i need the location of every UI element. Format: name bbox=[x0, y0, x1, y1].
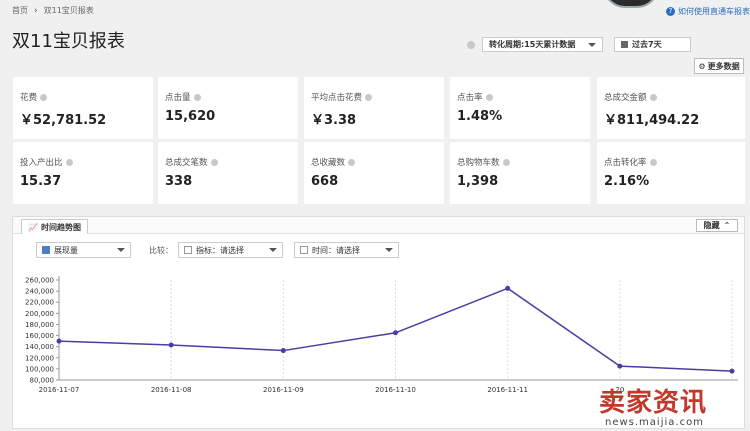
more-data-button[interactable]: ⚙ 更多数据 bbox=[694, 58, 744, 74]
y-tick-label: 240,000 bbox=[25, 288, 54, 296]
breadcrumb-home[interactable]: 首页 bbox=[12, 5, 28, 16]
y-tick-label: 220,000 bbox=[25, 299, 54, 307]
metric-value: 1,398 bbox=[457, 174, 499, 189]
breadcrumb-current: 双11宝贝报表 bbox=[43, 6, 94, 15]
y-tick-label: 100,000 bbox=[25, 365, 54, 373]
metric-value: ￥3.38 bbox=[311, 113, 357, 128]
info-icon[interactable] bbox=[649, 159, 657, 166]
question-icon: ? bbox=[666, 7, 675, 16]
help-link[interactable]: ? 如何使用直通车报表 bbox=[666, 6, 750, 17]
info-icon[interactable] bbox=[649, 94, 657, 101]
metric-card: 总成交金额 ￥811,494.22 bbox=[597, 77, 745, 139]
x-tick-label: 2016-11-11 bbox=[487, 386, 528, 394]
help-bubble[interactable] bbox=[603, 0, 659, 8]
metric-card: 总成交笔数 338 bbox=[158, 142, 298, 204]
watermark-sub: news.maijia.com bbox=[605, 417, 704, 428]
data-point bbox=[393, 330, 398, 336]
watermark-main: 卖家资讯 bbox=[599, 388, 708, 418]
help-link-label: 如何使用直通车报表 bbox=[678, 7, 750, 16]
info-icon[interactable] bbox=[65, 159, 73, 166]
metric-label: 点击转化率 bbox=[604, 158, 647, 168]
metric-card: 总购物车数 1,398 bbox=[450, 142, 590, 204]
page-title: 双11宝贝报表 bbox=[12, 31, 125, 52]
x-tick-label: 2016-11-09 bbox=[263, 386, 304, 394]
metric-value: 2.16% bbox=[604, 174, 650, 189]
metric-card: 平均点击花费 ￥3.38 bbox=[304, 77, 444, 139]
data-point bbox=[617, 363, 623, 369]
metric-label: 平均点击花费 bbox=[311, 93, 363, 103]
metric-value: ￥811,494.22 bbox=[604, 113, 700, 128]
y-tick-label: 80,000 bbox=[30, 377, 55, 385]
data-point bbox=[729, 368, 735, 374]
more-data-label: 更多数据 bbox=[707, 61, 740, 71]
metric-label: 总成交笔数 bbox=[165, 158, 208, 168]
info-icon[interactable] bbox=[502, 159, 510, 166]
metric-card: 花费 ￥52,781.52 bbox=[13, 77, 153, 139]
y-tick-label: 200,000 bbox=[25, 310, 54, 318]
date-range-value: 过去7天 bbox=[632, 40, 662, 49]
info-icon[interactable] bbox=[210, 159, 218, 166]
conversion-period-select[interactable]: 转化周期:15天累计数据 bbox=[482, 37, 603, 52]
x-tick-label: 2016-11-10 bbox=[375, 386, 416, 394]
data-point bbox=[56, 338, 62, 344]
metric-label: 花费 bbox=[20, 93, 38, 103]
metric-label: 点击率 bbox=[457, 93, 483, 103]
info-icon[interactable] bbox=[40, 94, 48, 101]
metric-card: 总收藏数 668 bbox=[304, 142, 444, 204]
metric-card: 点击量 15,620 bbox=[158, 77, 298, 139]
y-tick-label: 180,000 bbox=[25, 321, 54, 329]
chevron-down-icon bbox=[588, 42, 596, 47]
metric-label: 总购物车数 bbox=[457, 158, 500, 168]
y-tick-label: 260,000 bbox=[25, 277, 54, 285]
info-icon[interactable] bbox=[467, 41, 475, 49]
metric-value: 15.37 bbox=[20, 174, 62, 189]
metric-label: 投入产出比 bbox=[20, 158, 63, 168]
info-icon[interactable] bbox=[485, 94, 493, 101]
y-tick-label: 120,000 bbox=[25, 354, 54, 362]
metric-card: 点击率 1.48% bbox=[450, 77, 590, 139]
watermark: 卖家资讯 news.maijia.com bbox=[599, 380, 749, 430]
chevron-right-icon: › bbox=[34, 5, 38, 16]
metric-value: 668 bbox=[311, 174, 339, 189]
conversion-period-value: 转化周期:15天累计数据 bbox=[489, 40, 576, 49]
info-icon[interactable] bbox=[348, 159, 356, 166]
metric-value: ￥52,781.52 bbox=[20, 113, 107, 128]
info-icon[interactable] bbox=[193, 94, 201, 101]
metric-label: 总收藏数 bbox=[311, 158, 346, 168]
data-point bbox=[505, 285, 511, 291]
y-tick-label: 160,000 bbox=[25, 332, 54, 340]
metric-value: 1.48% bbox=[457, 109, 503, 124]
metric-card: 投入产出比 15.37 bbox=[13, 142, 153, 204]
data-point bbox=[280, 348, 286, 354]
calendar-icon bbox=[621, 41, 628, 48]
metric-value: 338 bbox=[165, 174, 193, 189]
y-tick-label: 140,000 bbox=[25, 343, 54, 351]
x-tick-label: 2016-11-07 bbox=[39, 386, 80, 394]
metric-label: 点击量 bbox=[165, 93, 191, 103]
data-point bbox=[168, 342, 174, 348]
x-tick-label: 2016-11-08 bbox=[151, 386, 192, 394]
date-range-select[interactable]: 过去7天 bbox=[614, 37, 691, 52]
metric-value: 15,620 bbox=[165, 109, 216, 124]
metric-label: 总成交金额 bbox=[604, 93, 647, 103]
metric-card: 点击转化率 2.16% bbox=[597, 142, 745, 204]
info-icon[interactable] bbox=[365, 94, 373, 101]
breadcrumb: 首页 › 双11宝贝报表 bbox=[12, 5, 94, 16]
gear-icon: ⚙ bbox=[698, 61, 706, 71]
